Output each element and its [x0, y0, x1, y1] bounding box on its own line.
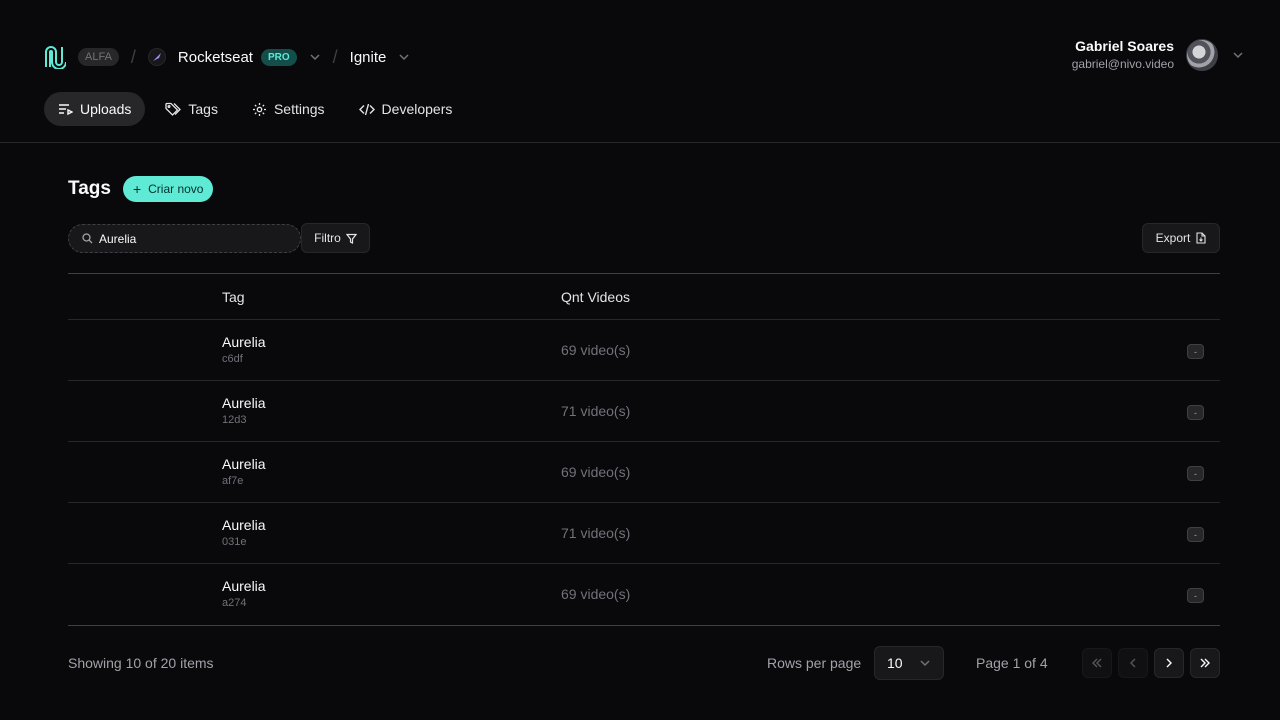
previous-page-button[interactable] — [1118, 648, 1148, 678]
org-rocket-icon — [147, 48, 166, 66]
chevrons-left-icon — [1092, 658, 1102, 668]
video-count: 69 video(s) — [561, 342, 631, 358]
nav-item-tags[interactable]: Tags — [151, 92, 232, 126]
nav-item-developers[interactable]: Developers — [345, 92, 467, 126]
main-nav: Uploads Tags Settings Developers — [44, 92, 472, 126]
app-header: ALFA / Rocketseat PRO / Ignite Gabriel S… — [0, 0, 1280, 143]
org-name[interactable]: Rocketseat — [178, 49, 253, 66]
table-body: Aurelia c6df 69 video(s) - Aurelia 12d3 71 vid… — [68, 320, 1220, 625]
row-actions-button[interactable]: - — [1187, 527, 1204, 542]
chevron-down-icon — [920, 660, 930, 667]
filter-button[interactable]: Filtro — [301, 223, 370, 253]
avatar[interactable] — [1186, 38, 1218, 71]
table-header: Tag Qnt Videos — [68, 274, 1220, 320]
video-count: 71 video(s) — [561, 403, 631, 419]
user-chevron-down-icon[interactable] — [1232, 49, 1244, 61]
chevron-left-icon — [1130, 658, 1136, 668]
tag-id: 031e — [222, 536, 247, 548]
row-actions-button[interactable]: - — [1187, 466, 1204, 481]
row-actions-button[interactable]: - — [1187, 405, 1204, 420]
table-row[interactable]: Aurelia 031e 71 video(s) - — [68, 503, 1220, 564]
table-row[interactable]: Aurelia 12d3 71 video(s) - — [68, 381, 1220, 442]
export-label: Export — [1155, 231, 1191, 245]
table-row[interactable]: Aurelia a274 69 video(s) - — [68, 564, 1220, 625]
tag-name: Aurelia — [222, 456, 266, 472]
table-row[interactable]: Aurelia af7e 69 video(s) - — [68, 442, 1220, 503]
tag-name: Aurelia — [222, 334, 266, 350]
code-icon — [358, 103, 375, 115]
user-name: Gabriel Soares — [1075, 38, 1174, 54]
tag-name: Aurelia — [222, 578, 266, 594]
search-box[interactable] — [68, 224, 301, 253]
nivo-logo-icon[interactable] — [44, 44, 66, 70]
video-count: 69 video(s) — [561, 464, 631, 480]
user-email: gabriel@nivo.video — [1071, 57, 1174, 71]
video-count: 71 video(s) — [561, 525, 631, 541]
nav-label: Developers — [381, 101, 453, 117]
next-page-button[interactable] — [1154, 648, 1184, 678]
breadcrumb-separator: / — [130, 46, 136, 67]
row-actions-button[interactable]: - — [1187, 588, 1204, 603]
tag-id: af7e — [222, 475, 244, 487]
tag-id: c6df — [222, 353, 243, 365]
row-actions-button[interactable]: - — [1187, 344, 1204, 359]
file-export-icon — [1196, 232, 1206, 244]
user-menu[interactable]: Gabriel Soares gabriel@nivo.video — [1072, 38, 1244, 71]
tag-icon — [165, 102, 182, 116]
filter-label: Filtro — [314, 231, 341, 245]
plan-badge: PRO — [260, 48, 297, 66]
create-tag-button[interactable]: + Criar novo — [122, 176, 214, 202]
nav-label: Uploads — [80, 101, 132, 117]
uploads-icon — [59, 103, 73, 115]
search-icon — [82, 233, 93, 244]
tag-id: a274 — [222, 597, 247, 609]
page-title: Tags — [68, 178, 111, 199]
title-row: Tags + Criar novo — [68, 176, 214, 202]
export-button[interactable]: Export — [1142, 223, 1220, 253]
nav-label: Tags — [188, 101, 218, 117]
project-name[interactable]: Ignite — [350, 49, 387, 66]
nav-label: Settings — [273, 101, 325, 117]
column-header-qnt-videos[interactable]: Qnt Videos — [561, 289, 630, 305]
filter-icon — [345, 233, 357, 244]
nav-item-uploads[interactable]: Uploads — [44, 92, 146, 126]
gear-icon — [252, 102, 266, 116]
items-count: Showing 10 of 20 items — [68, 655, 214, 671]
table-row[interactable]: Aurelia c6df 69 video(s) - — [68, 320, 1220, 381]
project-chevron-down-icon[interactable] — [398, 51, 410, 63]
rows-per-page-label: Rows per page — [767, 655, 862, 671]
nav-item-settings[interactable]: Settings — [238, 92, 339, 126]
org-chevron-down-icon[interactable] — [309, 51, 321, 63]
tag-name: Aurelia — [222, 395, 266, 411]
first-page-button[interactable] — [1082, 648, 1112, 678]
env-badge: ALFA — [78, 48, 119, 66]
chevrons-right-icon — [1200, 658, 1210, 668]
create-tag-label: Criar novo — [148, 182, 204, 196]
search-input[interactable] — [99, 231, 279, 246]
page-info: Page 1 of 4 — [976, 655, 1048, 671]
tag-id: 12d3 — [222, 414, 247, 426]
chevron-right-icon — [1166, 658, 1172, 668]
topbar: ALFA / Rocketseat PRO / Ignite — [44, 40, 410, 74]
column-header-tag[interactable]: Tag — [222, 289, 245, 305]
video-count: 69 video(s) — [561, 586, 631, 602]
tag-name: Aurelia — [222, 517, 266, 533]
plus-icon: + — [132, 181, 142, 197]
last-page-button[interactable] — [1190, 648, 1220, 678]
breadcrumb-separator: / — [332, 46, 338, 67]
rows-per-page-select[interactable]: 10 — [874, 646, 944, 680]
tags-table: Tag Qnt Videos Aurelia c6df 69 video(s) - Au… — [68, 273, 1220, 626]
rows-per-page-value: 10 — [887, 655, 903, 671]
